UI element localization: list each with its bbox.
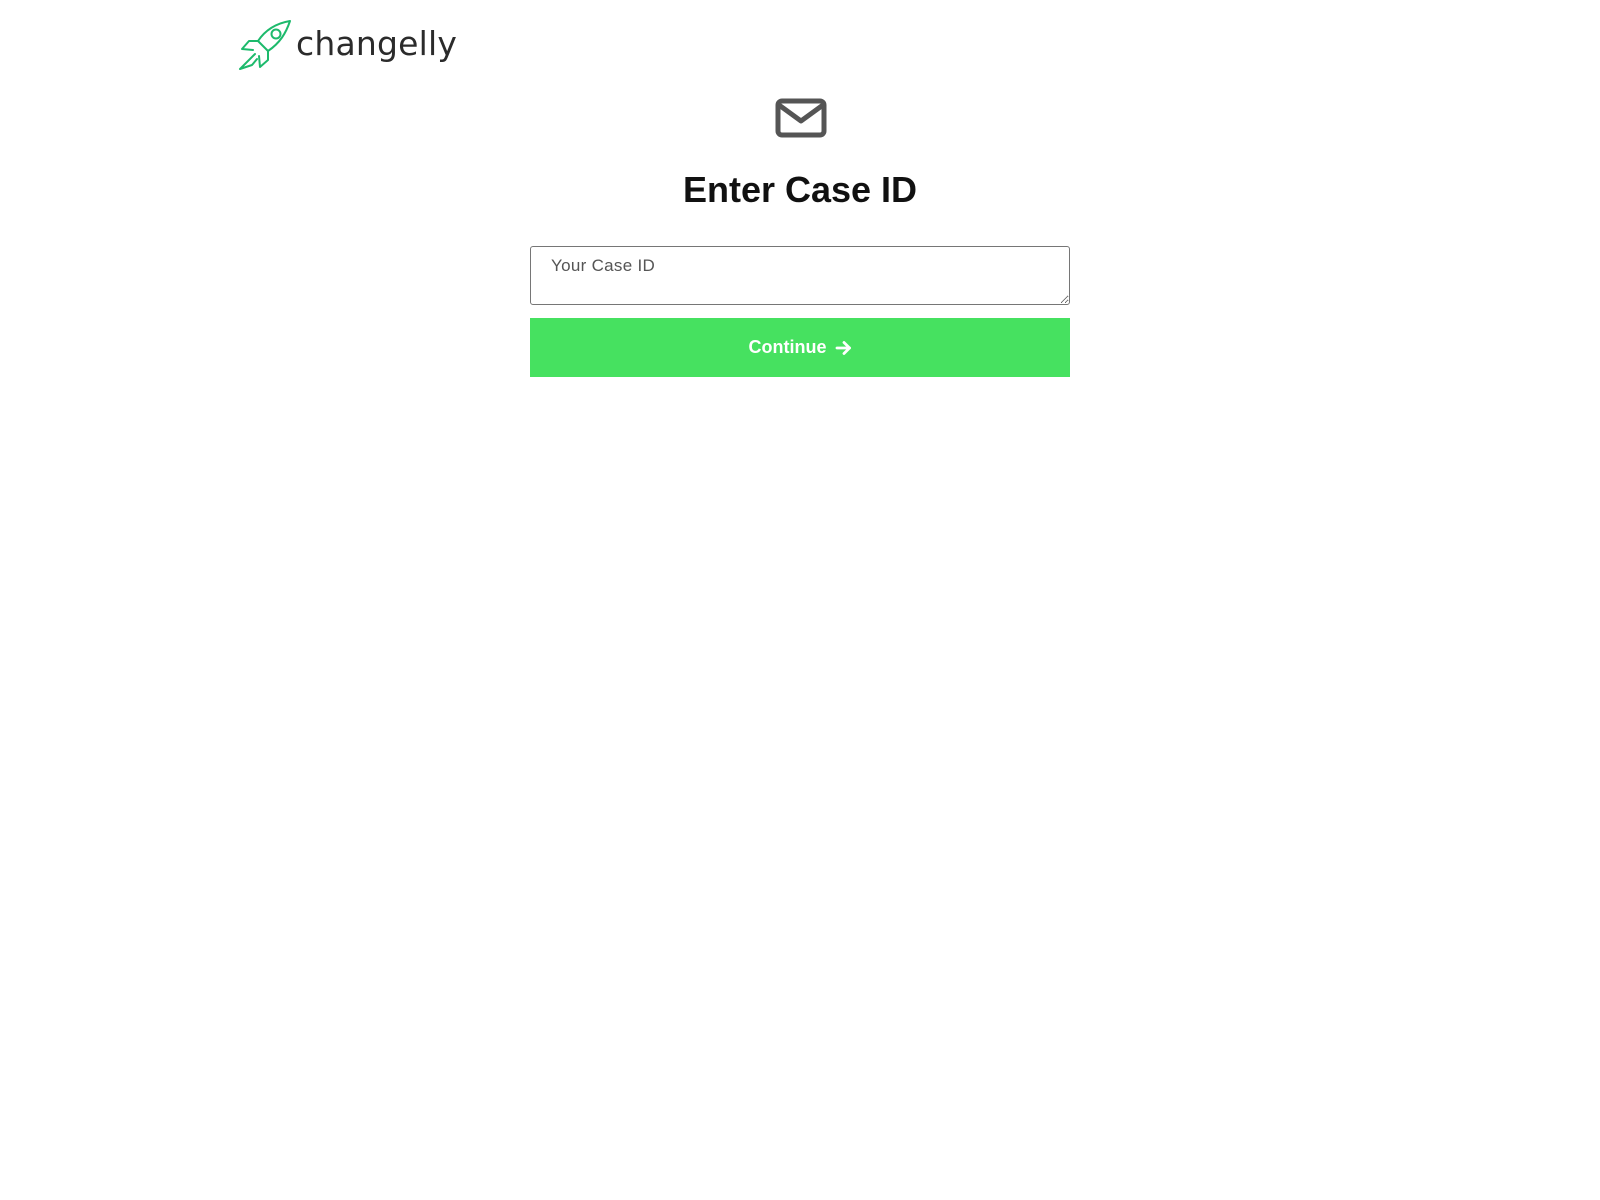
continue-label: Continue xyxy=(748,337,827,357)
page-title: Enter Case ID xyxy=(682,169,918,210)
case-id-input[interactable] xyxy=(530,246,1070,305)
changelly-logo[interactable]: changelly xyxy=(238,19,457,71)
brand-name: changelly xyxy=(296,23,458,63)
rocket-icon xyxy=(239,20,291,70)
case-id-page: changelly Enter Case ID Continue xyxy=(0,0,1600,1200)
arrow-right-icon xyxy=(835,340,851,355)
envelope-icon xyxy=(775,98,827,138)
continue-button[interactable]: Continue xyxy=(530,318,1070,377)
